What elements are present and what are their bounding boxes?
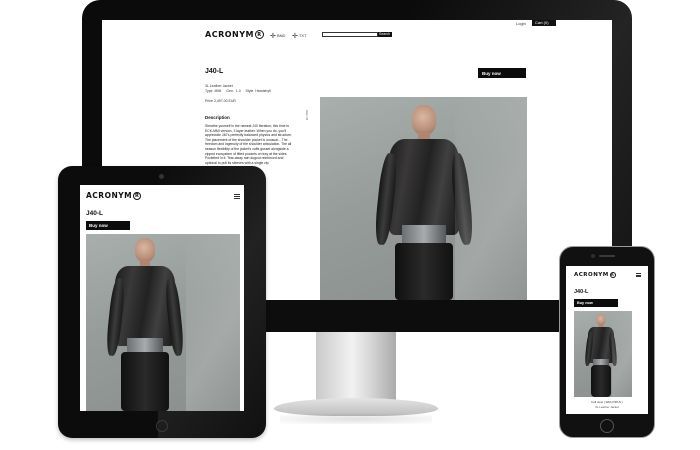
crosshair-icon: ✛ bbox=[270, 33, 276, 40]
menu-icon[interactable] bbox=[234, 194, 240, 199]
spec-name: 3L Leather Jacket bbox=[205, 84, 233, 88]
logo-text: ACRONYM bbox=[574, 272, 609, 278]
model-figure bbox=[95, 234, 195, 411]
logo-r-mark: R bbox=[609, 272, 616, 278]
size-side-label: Size: M bbox=[305, 110, 309, 121]
menu-icon[interactable] bbox=[636, 273, 641, 277]
spec-row: Type MMI Gen. 1.0 Style Handshyfl bbox=[205, 89, 271, 93]
phone-device: ACRONYM R J40-L Buy now Full view ( With… bbox=[559, 246, 655, 438]
nav-item-txt[interactable]: ✛ TXT bbox=[292, 32, 306, 40]
page-title: J40-L bbox=[86, 210, 103, 217]
monitor-stand-shadow bbox=[280, 414, 432, 424]
tablet-screen: ACRONYM R J40-L Buy now bbox=[80, 185, 244, 411]
nav-item-bnd[interactable]: ✛ BND bbox=[270, 32, 285, 40]
cart-link[interactable]: Cart (0) bbox=[532, 20, 556, 26]
phone-logo[interactable]: ACRONYM R bbox=[574, 272, 616, 278]
buy-now-button[interactable]: Buy now bbox=[478, 68, 526, 78]
product-photo[interactable] bbox=[574, 311, 632, 397]
page-title: J40-L bbox=[574, 289, 589, 295]
product-photo[interactable] bbox=[320, 97, 527, 300]
photo-subcaption: 3L Leather Jacket bbox=[595, 405, 619, 409]
monitor-stand-neck bbox=[316, 332, 396, 400]
logo-r-mark: R bbox=[133, 191, 142, 200]
buy-now-button[interactable]: Buy now bbox=[86, 221, 130, 230]
phone-camera bbox=[591, 254, 595, 258]
tablet-logo[interactable]: ACRONYM R bbox=[86, 191, 142, 200]
phone-home-button[interactable] bbox=[600, 419, 614, 433]
logo-text: ACRONYM bbox=[205, 30, 254, 39]
logo-text: ACRONYM bbox=[86, 191, 133, 200]
price-text: Price 2,497.00 EUR bbox=[205, 99, 236, 103]
page-title: J40-L bbox=[205, 68, 224, 75]
phone-speaker bbox=[599, 255, 615, 257]
tablet-device: ACRONYM R J40-L Buy now bbox=[58, 166, 266, 438]
search-input[interactable] bbox=[322, 32, 378, 37]
description-heading: Description bbox=[205, 115, 230, 120]
description-text: Sheathe yourself in the newest J40 Itera… bbox=[205, 124, 292, 165]
model-figure bbox=[364, 97, 484, 300]
model-figure bbox=[581, 311, 621, 397]
photo-caption: Full view ( With P35-S ) bbox=[591, 400, 623, 404]
product-photo[interactable] bbox=[86, 234, 240, 411]
tablet-home-button[interactable] bbox=[156, 420, 168, 432]
phone-screen: ACRONYM R J40-L Buy now Full view ( With… bbox=[566, 266, 648, 414]
search-button[interactable]: Search bbox=[378, 32, 392, 37]
tablet-camera bbox=[159, 174, 164, 179]
logo-r-mark: R bbox=[254, 30, 264, 39]
desktop-logo[interactable]: ACRONYM R bbox=[205, 30, 264, 39]
crosshair-icon: ✛ bbox=[292, 33, 298, 40]
login-link[interactable]: Login bbox=[516, 21, 526, 26]
buy-now-button[interactable]: Buy now bbox=[574, 299, 618, 307]
